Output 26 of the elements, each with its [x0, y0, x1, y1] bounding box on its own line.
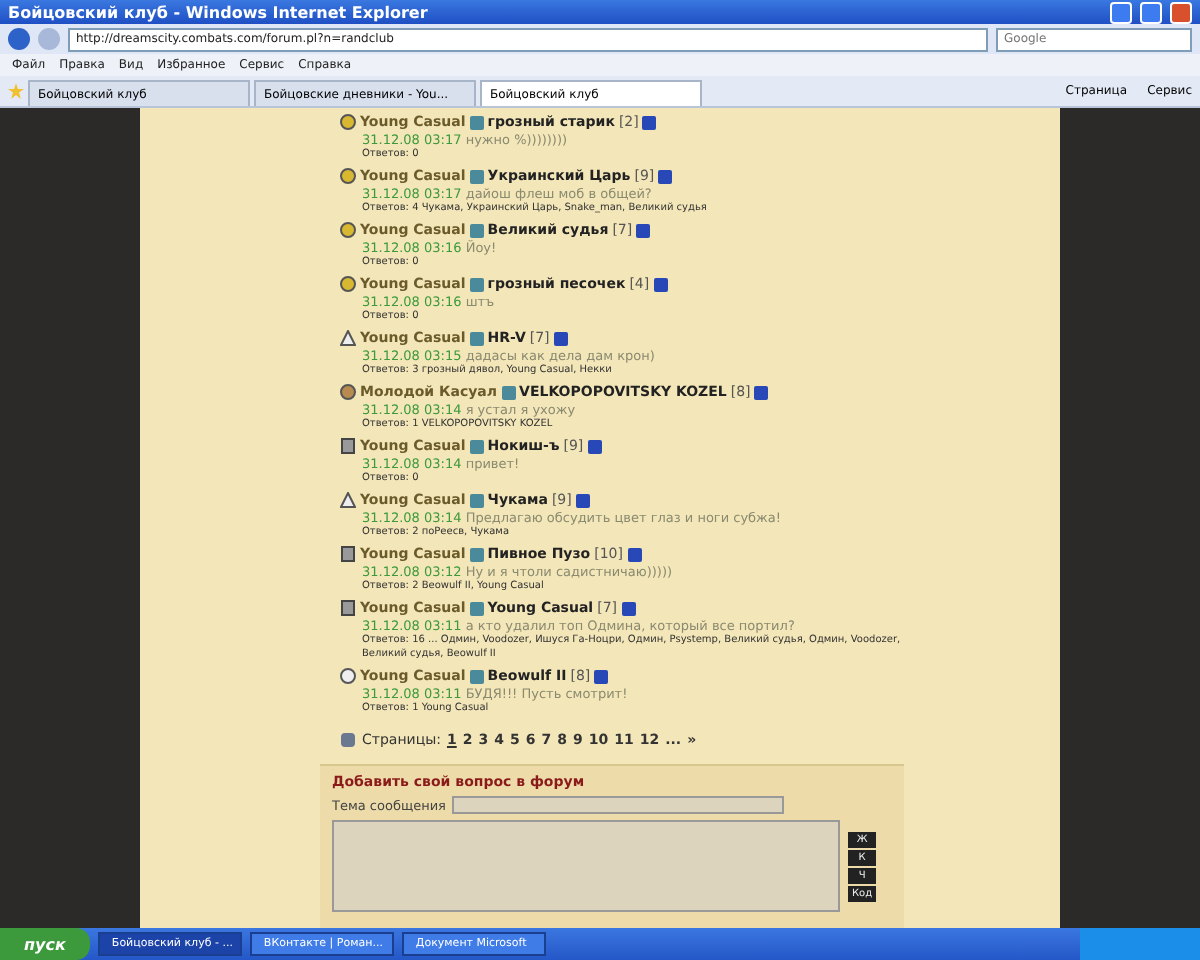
back-button[interactable]: [8, 28, 30, 50]
clan-icon: [501, 385, 516, 399]
clan-icon: [469, 669, 484, 683]
clan-icon: [469, 169, 484, 183]
clan-icon: [469, 601, 484, 615]
window-title: Бойцовский клуб - Windows Internet Explorer: [8, 3, 428, 21]
close-button[interactable]: [1170, 1, 1192, 23]
clan-icon: [469, 223, 484, 237]
clan-icon: [469, 493, 484, 507]
message-field[interactable]: [332, 820, 840, 912]
clan-icon: [469, 115, 484, 129]
subject-field[interactable]: [451, 796, 784, 814]
note-icon: [340, 600, 356, 616]
minimize-button[interactable]: [1110, 1, 1132, 23]
clan-icon: [469, 439, 484, 453]
warning-icon: [340, 492, 356, 508]
system-tray: [1080, 928, 1200, 960]
clan-icon: [469, 547, 484, 561]
clan-icon: [469, 331, 484, 345]
clan-icon: [469, 277, 484, 291]
note-icon: [340, 438, 356, 454]
start-button[interactable]: пуск: [0, 928, 90, 960]
note-icon: [340, 546, 356, 562]
pages-icon: [340, 732, 356, 748]
maximize-button[interactable]: [1140, 1, 1162, 23]
warning-icon: [340, 330, 356, 346]
